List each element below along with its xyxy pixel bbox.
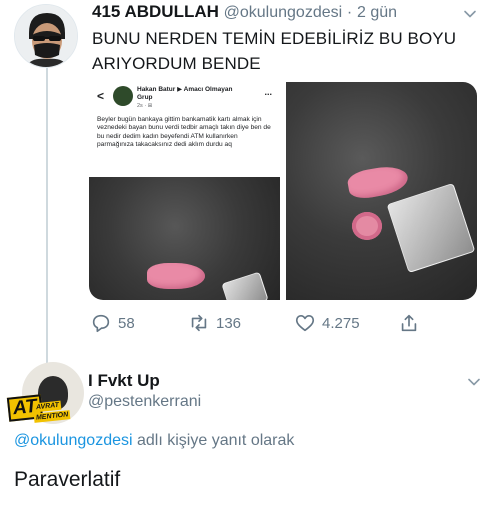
chevron-down-icon[interactable] <box>462 6 478 22</box>
reply-text: Paraverlatif <box>14 468 121 491</box>
pink-ring <box>352 212 382 240</box>
pink-finger-cover <box>147 263 205 289</box>
like-action[interactable]: 4.275 <box>294 312 360 334</box>
retweet-action[interactable]: 136 <box>188 312 241 334</box>
reply-count: 58 <box>118 314 135 332</box>
reply-to-suffix: adlı kişiye yanıt olarak <box>132 432 295 449</box>
share-icon <box>401 314 417 332</box>
share-action[interactable] <box>398 312 420 334</box>
reply-avatar[interactable]: AT AVRAT MENTION <box>6 362 88 432</box>
heart-icon <box>295 315 315 332</box>
display-name[interactable]: 415 ABDULLAH <box>92 2 219 21</box>
reply-icon <box>92 314 110 333</box>
tweet-text: BUNU NERDEN TEMİN EDEBİLİRİZ BU BOYU ARI… <box>92 29 457 73</box>
reply-to-mention[interactable]: @okulungozdesi <box>14 432 133 449</box>
photo-background <box>89 177 280 300</box>
reply-display-name[interactable]: I Fvkt Up <box>88 371 160 391</box>
retweet-icon <box>191 314 207 332</box>
embedded-post-author: Hakan Batur ▶ Amacı Olmayan Grup <box>137 86 233 101</box>
back-arrow-icon: < <box>97 89 105 103</box>
media-image-right[interactable] <box>286 82 477 300</box>
embedded-post-meta: 2s · ⊞ <box>137 103 153 109</box>
reply-action[interactable]: 58 <box>90 312 135 334</box>
tweet-header: 415 ABDULLAH @okulungozdesi · 2 gün <box>92 2 397 22</box>
embedded-post-screenshot: < Hakan Batur ▶ Amacı Olmayan Grup 2s · … <box>89 82 280 177</box>
plastic-bag <box>386 182 476 274</box>
like-count: 4.275 <box>322 314 360 332</box>
reply-user-handle[interactable]: @pestenkerrani <box>88 393 201 411</box>
tweet-media[interactable]: < Hakan Batur ▶ Amacı Olmayan Grup 2s · … <box>89 82 477 300</box>
thread-line <box>46 68 48 368</box>
avatar-portrait-icon <box>15 5 77 67</box>
separator-dot: · <box>346 4 353 21</box>
retweet-count: 136 <box>216 314 242 332</box>
plastic-bag <box>221 271 269 300</box>
embedded-post-avatar <box>113 86 133 106</box>
pink-finger-cover <box>346 163 410 201</box>
user-handle[interactable]: @okulungozdesi <box>224 4 343 21</box>
chevron-down-icon[interactable] <box>466 374 482 390</box>
tweet-time[interactable]: 2 gün <box>357 4 397 21</box>
embedded-post-body: Beyler bugün bankaya gittim bankamatik k… <box>97 116 271 149</box>
avatar[interactable] <box>14 4 78 68</box>
more-options-icon: ... <box>264 87 272 97</box>
media-image-left[interactable]: < Hakan Batur ▶ Amacı Olmayan Grup 2s · … <box>89 82 280 300</box>
replying-to: @okulungozdesi adlı kişiye yanıt olarak <box>14 432 294 450</box>
